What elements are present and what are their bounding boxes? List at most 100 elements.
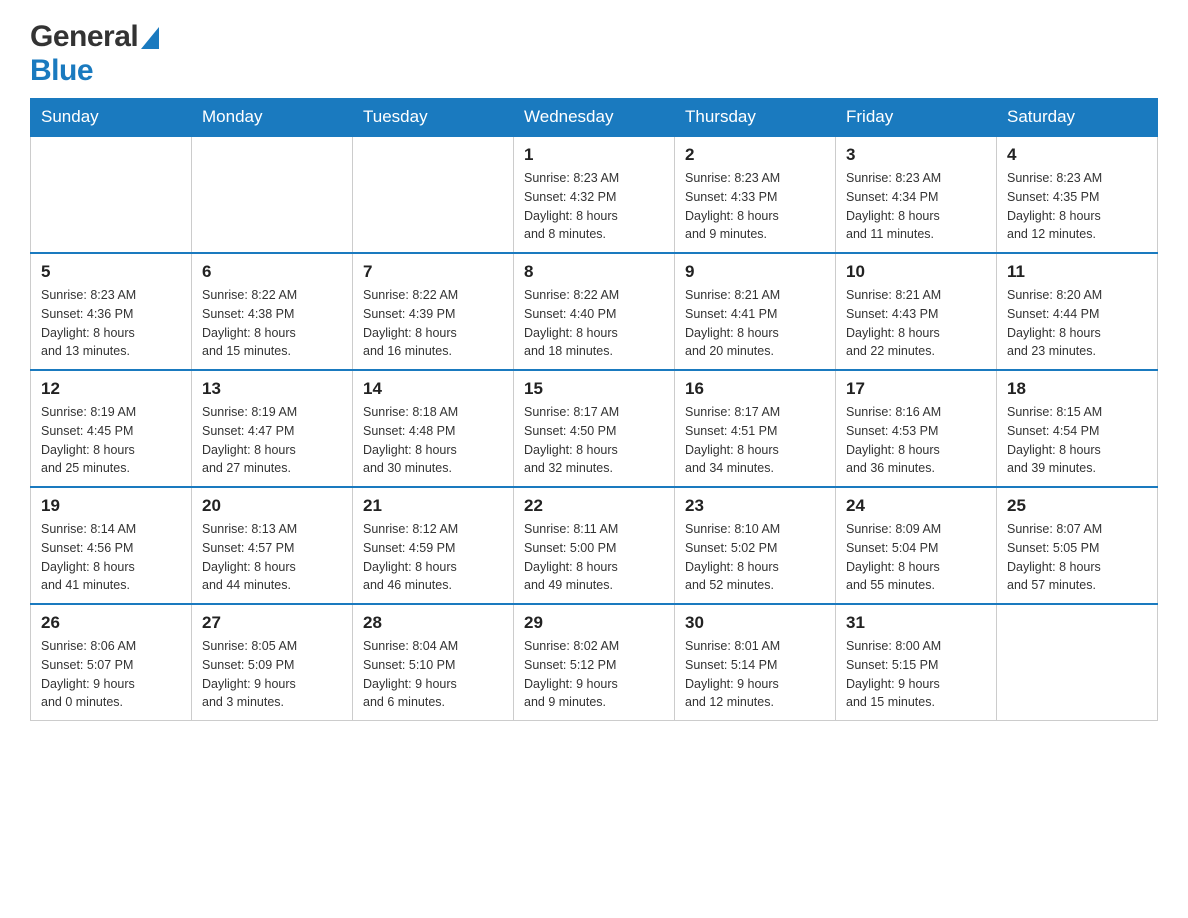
day-number: 3 <box>846 145 986 165</box>
logo: General Blue <box>30 20 159 88</box>
day-cell: 6 Sunrise: 8:22 AMSunset: 4:38 PMDaylight… <box>192 253 353 370</box>
day-cell: 27 Sunrise: 8:05 AMSunset: 5:09 PMDayligh… <box>192 604 353 721</box>
day-cell <box>997 604 1158 721</box>
day-info: Sunrise: 8:01 AMSunset: 5:14 PMDaylight:… <box>685 637 825 712</box>
day-number: 22 <box>524 496 664 516</box>
day-number: 21 <box>363 496 503 516</box>
day-number: 8 <box>524 262 664 282</box>
day-info: Sunrise: 8:22 AMSunset: 4:39 PMDaylight:… <box>363 286 503 361</box>
logo-general-text: General <box>30 20 138 54</box>
day-number: 20 <box>202 496 342 516</box>
day-cell: 17 Sunrise: 8:16 AMSunset: 4:53 PMDayligh… <box>836 370 997 487</box>
week-row-2: 5 Sunrise: 8:23 AMSunset: 4:36 PMDaylight… <box>31 253 1158 370</box>
day-cell: 15 Sunrise: 8:17 AMSunset: 4:50 PMDayligh… <box>514 370 675 487</box>
day-cell: 25 Sunrise: 8:07 AMSunset: 5:05 PMDayligh… <box>997 487 1158 604</box>
logo-blue-text: Blue <box>30 54 93 87</box>
day-number: 31 <box>846 613 986 633</box>
day-info: Sunrise: 8:23 AMSunset: 4:35 PMDaylight:… <box>1007 169 1147 244</box>
day-info: Sunrise: 8:11 AMSunset: 5:00 PMDaylight:… <box>524 520 664 595</box>
day-cell: 13Sunrise: 8:19 AMSunset: 4:47 PMDayligh… <box>192 370 353 487</box>
header-row: Sunday Monday Tuesday Wednesday Thursday… <box>31 99 1158 137</box>
day-number: 23 <box>685 496 825 516</box>
day-info: Sunrise: 8:17 AMSunset: 4:51 PMDaylight:… <box>685 403 825 478</box>
day-info: Sunrise: 8:14 AMSunset: 4:56 PMDaylight:… <box>41 520 181 595</box>
day-number: 10 <box>846 262 986 282</box>
col-thursday: Thursday <box>675 99 836 137</box>
week-row-5: 26 Sunrise: 8:06 AMSunset: 5:07 PMDayligh… <box>31 604 1158 721</box>
day-cell: 14 Sunrise: 8:18 AMSunset: 4:48 PMDayligh… <box>353 370 514 487</box>
day-number: 26 <box>41 613 181 633</box>
day-cell: 5 Sunrise: 8:23 AMSunset: 4:36 PMDaylight… <box>31 253 192 370</box>
day-number: 1 <box>524 145 664 165</box>
day-cell: 3 Sunrise: 8:23 AMSunset: 4:34 PMDaylight… <box>836 136 997 253</box>
day-info: Sunrise: 8:10 AMSunset: 5:02 PMDaylight:… <box>685 520 825 595</box>
calendar-header: Sunday Monday Tuesday Wednesday Thursday… <box>31 99 1158 137</box>
day-cell: 11 Sunrise: 8:20 AMSunset: 4:44 PMDayligh… <box>997 253 1158 370</box>
day-cell: 16 Sunrise: 8:17 AMSunset: 4:51 PMDayligh… <box>675 370 836 487</box>
day-info: Sunrise: 8:16 AMSunset: 4:53 PMDaylight:… <box>846 403 986 478</box>
day-cell: 31 Sunrise: 8:00 AMSunset: 5:15 PMDayligh… <box>836 604 997 721</box>
day-info: Sunrise: 8:20 AMSunset: 4:44 PMDaylight:… <box>1007 286 1147 361</box>
day-info: Sunrise: 8:17 AMSunset: 4:50 PMDaylight:… <box>524 403 664 478</box>
day-cell: 18Sunrise: 8:15 AMSunset: 4:54 PMDayligh… <box>997 370 1158 487</box>
day-info: Sunrise: 8:04 AMSunset: 5:10 PMDaylight:… <box>363 637 503 712</box>
day-number: 29 <box>524 613 664 633</box>
day-info: Sunrise: 8:21 AMSunset: 4:41 PMDaylight:… <box>685 286 825 361</box>
day-info: Sunrise: 8:22 AMSunset: 4:38 PMDaylight:… <box>202 286 342 361</box>
day-cell: 29Sunrise: 8:02 AMSunset: 5:12 PMDayligh… <box>514 604 675 721</box>
day-number: 19 <box>41 496 181 516</box>
col-monday: Monday <box>192 99 353 137</box>
day-number: 4 <box>1007 145 1147 165</box>
day-number: 18 <box>1007 379 1147 399</box>
week-row-1: 1 Sunrise: 8:23 AMSunset: 4:32 PMDaylight… <box>31 136 1158 253</box>
day-number: 27 <box>202 613 342 633</box>
day-number: 17 <box>846 379 986 399</box>
day-info: Sunrise: 8:06 AMSunset: 5:07 PMDaylight:… <box>41 637 181 712</box>
day-info: Sunrise: 8:22 AMSunset: 4:40 PMDaylight:… <box>524 286 664 361</box>
day-number: 6 <box>202 262 342 282</box>
day-cell: 23 Sunrise: 8:10 AMSunset: 5:02 PMDayligh… <box>675 487 836 604</box>
day-cell: 21Sunrise: 8:12 AMSunset: 4:59 PMDayligh… <box>353 487 514 604</box>
day-cell: 7Sunrise: 8:22 AMSunset: 4:39 PMDaylight… <box>353 253 514 370</box>
day-number: 25 <box>1007 496 1147 516</box>
day-cell: 26 Sunrise: 8:06 AMSunset: 5:07 PMDayligh… <box>31 604 192 721</box>
day-info: Sunrise: 8:18 AMSunset: 4:48 PMDaylight:… <box>363 403 503 478</box>
day-number: 28 <box>363 613 503 633</box>
day-cell: 12Sunrise: 8:19 AMSunset: 4:45 PMDayligh… <box>31 370 192 487</box>
day-cell <box>353 136 514 253</box>
day-cell: 20 Sunrise: 8:13 AMSunset: 4:57 PMDayligh… <box>192 487 353 604</box>
day-info: Sunrise: 8:07 AMSunset: 5:05 PMDaylight:… <box>1007 520 1147 595</box>
week-row-3: 12Sunrise: 8:19 AMSunset: 4:45 PMDayligh… <box>31 370 1158 487</box>
day-info: Sunrise: 8:23 AMSunset: 4:34 PMDaylight:… <box>846 169 986 244</box>
day-number: 5 <box>41 262 181 282</box>
day-number: 13 <box>202 379 342 399</box>
day-info: Sunrise: 8:23 AMSunset: 4:36 PMDaylight:… <box>41 286 181 361</box>
day-info: Sunrise: 8:05 AMSunset: 5:09 PMDaylight:… <box>202 637 342 712</box>
day-cell: 2 Sunrise: 8:23 AMSunset: 4:33 PMDaylight… <box>675 136 836 253</box>
day-info: Sunrise: 8:13 AMSunset: 4:57 PMDaylight:… <box>202 520 342 595</box>
day-info: Sunrise: 8:23 AMSunset: 4:33 PMDaylight:… <box>685 169 825 244</box>
col-saturday: Saturday <box>997 99 1158 137</box>
day-info: Sunrise: 8:21 AMSunset: 4:43 PMDaylight:… <box>846 286 986 361</box>
day-cell: 4 Sunrise: 8:23 AMSunset: 4:35 PMDaylight… <box>997 136 1158 253</box>
col-wednesday: Wednesday <box>514 99 675 137</box>
day-number: 2 <box>685 145 825 165</box>
day-number: 14 <box>363 379 503 399</box>
logo-triangle-icon <box>141 27 159 49</box>
day-cell: 10 Sunrise: 8:21 AMSunset: 4:43 PMDayligh… <box>836 253 997 370</box>
day-cell <box>192 136 353 253</box>
day-info: Sunrise: 8:23 AMSunset: 4:32 PMDaylight:… <box>524 169 664 244</box>
day-info: Sunrise: 8:19 AMSunset: 4:45 PMDaylight:… <box>41 403 181 478</box>
day-cell: 22 Sunrise: 8:11 AMSunset: 5:00 PMDayligh… <box>514 487 675 604</box>
day-info: Sunrise: 8:09 AMSunset: 5:04 PMDaylight:… <box>846 520 986 595</box>
day-cell: 9 Sunrise: 8:21 AMSunset: 4:41 PMDaylight… <box>675 253 836 370</box>
day-cell: 8 Sunrise: 8:22 AMSunset: 4:40 PMDaylight… <box>514 253 675 370</box>
col-friday: Friday <box>836 99 997 137</box>
day-number: 11 <box>1007 262 1147 282</box>
day-number: 15 <box>524 379 664 399</box>
col-tuesday: Tuesday <box>353 99 514 137</box>
day-number: 16 <box>685 379 825 399</box>
calendar-table: Sunday Monday Tuesday Wednesday Thursday… <box>30 98 1158 721</box>
day-info: Sunrise: 8:00 AMSunset: 5:15 PMDaylight:… <box>846 637 986 712</box>
day-number: 9 <box>685 262 825 282</box>
